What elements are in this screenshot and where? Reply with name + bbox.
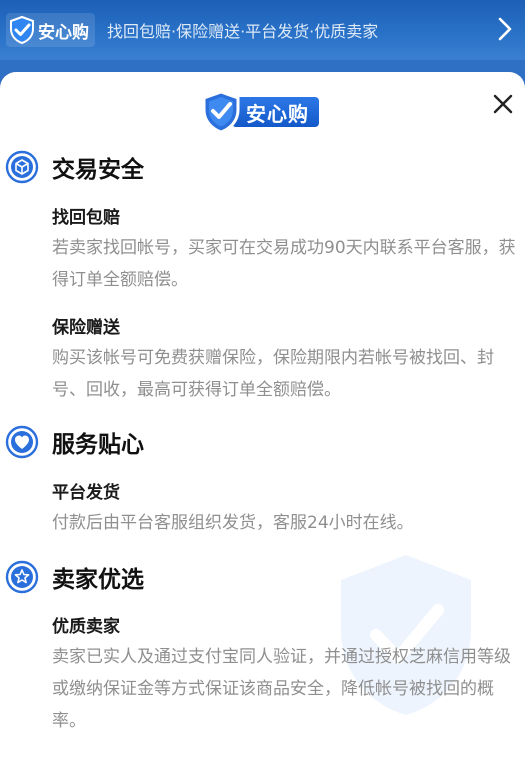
top-banner[interactable]: 安心购 找回包赔·保险赠送·平台发货·优质卖家 [0, 0, 525, 60]
star-icon [5, 560, 39, 594]
item-desc: 卖家已实人及通过支付宝同人验证，并通过授权芝麻信用等级或缴纳保证金等方式保证该商… [52, 647, 511, 731]
item-desc: 购买该帐号可免费获赠保险，保险期限内若帐号被找回、封号、回收，最高可获得订单全额… [52, 348, 494, 400]
panel-logo: 安心购 [200, 90, 319, 134]
item-title: 优质卖家 [52, 617, 120, 637]
item-desc: 付款后由平台客服组织发货，客服24小时在线。 [52, 513, 414, 533]
logo-text: 安心购 [246, 101, 309, 126]
section-title: 交易安全 [52, 157, 144, 183]
heart-icon [5, 425, 39, 459]
item-title: 平台发货 [52, 483, 120, 503]
badge-label: 安心购 [38, 22, 89, 43]
shield-check-icon [202, 90, 240, 134]
section-title: 卖家优选 [52, 567, 144, 593]
close-icon[interactable] [491, 92, 515, 116]
logo-box: 安心购 [232, 97, 319, 127]
item-title: 保险赠送 [52, 318, 120, 338]
shield-check-icon [10, 15, 34, 45]
item-title: 找回包赔 [52, 208, 120, 228]
anxingou-badge: 安心购 [6, 13, 95, 47]
chevron-right-icon[interactable] [497, 16, 513, 42]
cube-icon [5, 150, 39, 184]
banner-slogan: 找回包赔·保险赠送·平台发货·优质卖家 [107, 22, 379, 41]
anxingou-panel: 安心购 交易安全 找回包赔 若卖家找回帐号，买家可在交易成功90天内联系平台客服… [0, 72, 525, 772]
section-title: 服务贴心 [52, 432, 144, 458]
item-desc: 若卖家找回帐号，买家可在交易成功90天内联系平台客服，获得订单全额赔偿。 [52, 238, 516, 290]
